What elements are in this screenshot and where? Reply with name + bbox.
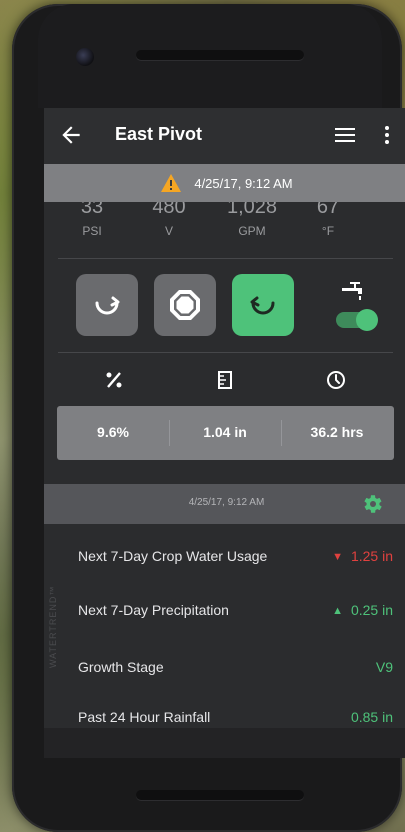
percent-value: 9.6% bbox=[97, 424, 129, 440]
pressure-value: 33 bbox=[80, 202, 104, 218]
row-value-text: 0.25 in bbox=[350, 602, 393, 618]
stop-icon bbox=[170, 290, 200, 320]
percent-icon bbox=[106, 372, 122, 388]
watertrend-header: 4/25/17, 9:12 AM bbox=[44, 484, 405, 524]
irrigation-stats: 9.6% 1.04 in 36.2 hrs bbox=[57, 406, 394, 460]
trend-down-icon: ▼ bbox=[332, 551, 343, 563]
flow-value: 1,028 bbox=[226, 202, 278, 218]
bottom-edge bbox=[44, 728, 405, 758]
stop-button[interactable] bbox=[154, 274, 216, 336]
page-title: East Pivot bbox=[115, 124, 203, 144]
gear-icon[interactable] bbox=[360, 492, 384, 516]
reverse-button[interactable] bbox=[76, 274, 138, 336]
speaker-grille-bottom bbox=[136, 790, 304, 800]
row-value-text: 1.25 in bbox=[350, 548, 393, 564]
divider bbox=[58, 352, 393, 353]
pivot-metrics: 33 PSI 480 V 1,028 GPM 67 °F bbox=[44, 202, 405, 258]
row-value: ▲ 0.25 in bbox=[332, 602, 393, 618]
row-label: Past 24 Hour Rainfall bbox=[78, 709, 211, 725]
list-item[interactable]: Next 7-Day Crop Water Usage ▼ 1.25 in bbox=[44, 532, 405, 582]
temperature-value: 67 bbox=[316, 202, 340, 218]
row-value: V9 bbox=[375, 659, 393, 675]
row-value: 0.85 in bbox=[350, 709, 393, 725]
speaker-grille bbox=[136, 50, 304, 60]
time-value: 36.2 hrs bbox=[310, 424, 364, 440]
water-tap-icon bbox=[342, 282, 362, 300]
voltage-unit: V bbox=[164, 224, 173, 238]
more-vertical-icon[interactable] bbox=[380, 122, 394, 148]
app-screen: East Pivot 4/25/17, 9:12 AM 33 PSI 480 V… bbox=[44, 108, 405, 758]
water-toggle[interactable] bbox=[336, 309, 378, 331]
depth-gauge-icon bbox=[218, 371, 232, 389]
hamburger-menu-icon[interactable] bbox=[334, 124, 356, 146]
row-label: Next 7-Day Crop Water Usage bbox=[78, 548, 268, 564]
alert-timestamp: 4/25/17, 9:12 AM bbox=[194, 175, 293, 191]
row-value: ▼ 1.25 in bbox=[332, 548, 393, 564]
row-label: Growth Stage bbox=[78, 659, 164, 675]
flow-unit: GPM bbox=[238, 224, 266, 238]
forward-direction-icon bbox=[250, 296, 275, 315]
list-item[interactable]: Growth Stage V9 bbox=[44, 643, 405, 693]
row-label: Next 7-Day Precipitation bbox=[78, 602, 229, 618]
arrow-left-icon[interactable] bbox=[58, 122, 84, 148]
phone-frame: East Pivot 4/25/17, 9:12 AM 33 PSI 480 V… bbox=[12, 4, 405, 832]
voltage-value: 480 bbox=[152, 202, 186, 218]
warning-icon bbox=[161, 174, 182, 192]
alert-banner[interactable]: 4/25/17, 9:12 AM bbox=[44, 164, 405, 202]
reverse-direction-icon bbox=[95, 296, 120, 315]
divider bbox=[58, 258, 393, 259]
clock-icon bbox=[327, 371, 345, 389]
toggle-knob bbox=[356, 309, 378, 331]
app-bar: East Pivot bbox=[44, 108, 405, 164]
forward-button[interactable] bbox=[232, 274, 294, 336]
camera-icon bbox=[76, 48, 94, 66]
trend-up-icon: ▲ bbox=[332, 605, 343, 617]
temperature-unit: °F bbox=[321, 224, 335, 238]
list-item[interactable]: Next 7-Day Precipitation ▲ 0.25 in bbox=[44, 586, 405, 636]
watertrend-timestamp: 4/25/17, 9:12 AM bbox=[188, 497, 265, 508]
depth-value: 1.04 in bbox=[203, 424, 247, 440]
pressure-unit: PSI bbox=[82, 224, 102, 238]
